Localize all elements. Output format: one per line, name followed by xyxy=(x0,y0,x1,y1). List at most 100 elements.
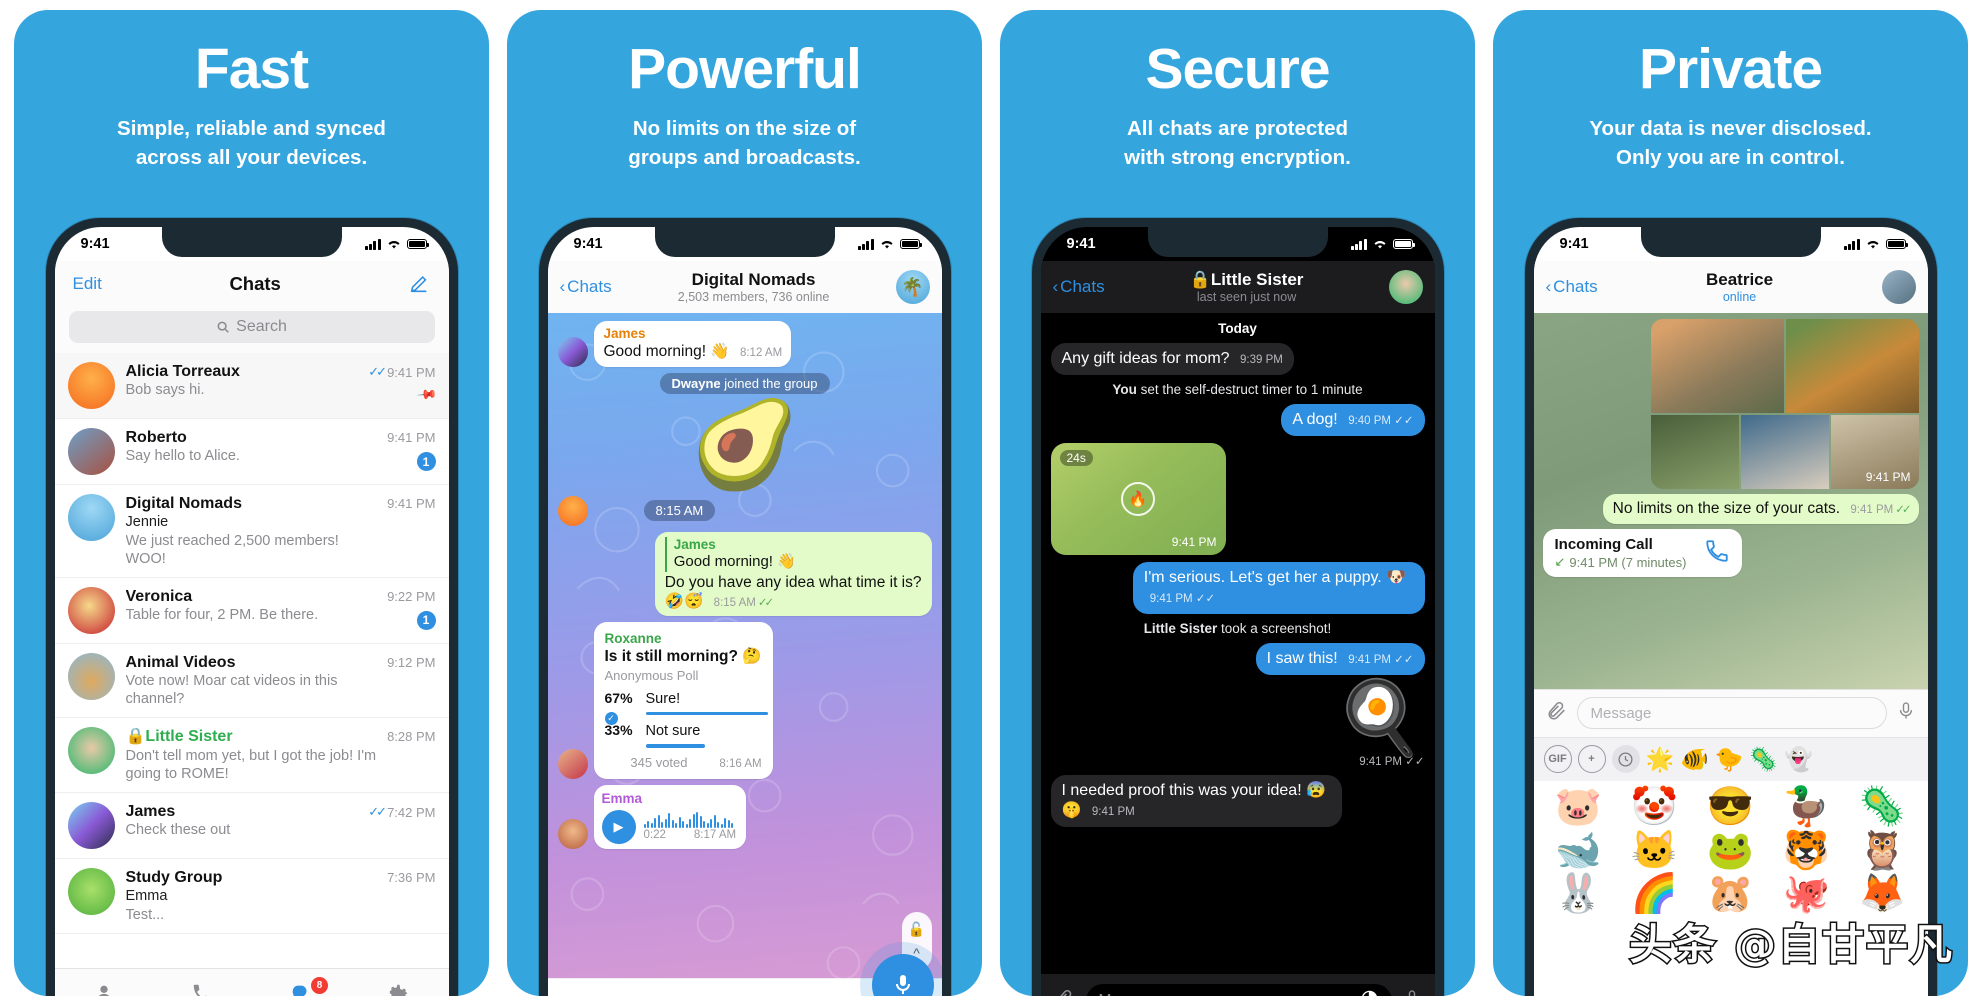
paperclip-icon[interactable] xyxy=(1054,988,1076,996)
kitten-photo[interactable] xyxy=(1650,415,1739,489)
table-row[interactable]: Study Group Emma Test... 7:36 PM xyxy=(54,859,449,934)
chat-navbar: ‹ Chats 🔒Little Sister last seen just no… xyxy=(1040,261,1435,313)
pin-icon: 📌 xyxy=(416,383,439,406)
list-item[interactable]: 🦠 xyxy=(1847,787,1919,828)
message-bubble[interactable]: Any gift ideas for mom? 9:39 PM xyxy=(1050,343,1294,375)
list-item[interactable]: 🤡 xyxy=(1619,787,1691,828)
message-bubble[interactable]: A dog! 9:40 PM ✓✓ xyxy=(1281,404,1425,436)
list-item[interactable]: 🐋 xyxy=(1543,831,1615,872)
chat-message: We just reached 2,500 members! WOO! xyxy=(125,532,339,567)
avatar xyxy=(67,727,115,775)
call-log-bubble[interactable]: Incoming Call ↙ 9:41 PM (7 minutes) xyxy=(1542,529,1743,577)
list-item[interactable]: 🐯 xyxy=(1771,831,1843,872)
list-item[interactable]: 🐷 xyxy=(1543,787,1615,828)
message-input-bar: Message xyxy=(1533,688,1928,737)
sticker-pack-tab[interactable]: 🐤 xyxy=(1715,747,1744,771)
list-item[interactable]: 🐱 xyxy=(1619,831,1691,872)
list-item[interactable]: 🦉 xyxy=(1847,831,1919,872)
sister-avatar[interactable] xyxy=(1388,270,1423,304)
voice-message-bubble[interactable]: Emma ▶ 0:22 8:17 AM xyxy=(593,784,747,849)
tab-calls[interactable]: Calls xyxy=(153,980,252,996)
table-row[interactable]: James Check these out ✓✓ 7:42 PM xyxy=(54,793,449,860)
gif-button[interactable]: GIF xyxy=(1543,745,1572,774)
table-row[interactable]: Alicia Torreaux Bob says hi. ✓✓ 9:41 PM … xyxy=(54,353,449,419)
table-row[interactable]: 🔒Little Sister Don't tell mom yet, but I… xyxy=(54,718,449,794)
chat-title: Beatrice xyxy=(1705,269,1774,289)
poll-bar: ✓ xyxy=(604,711,769,725)
paperclip-icon[interactable] xyxy=(1546,700,1568,727)
list-item[interactable]: 🦊 xyxy=(1847,875,1919,915)
microphone-icon[interactable] xyxy=(1896,701,1916,726)
clock-icon[interactable] xyxy=(1611,745,1640,774)
list-item[interactable]: 🐰 xyxy=(1543,875,1615,915)
message-bubble[interactable]: I'm serious. Let's get her a puppy. 🐶 9:… xyxy=(1132,562,1425,614)
poll-type: Anonymous Poll xyxy=(604,667,699,683)
lock-icon: 🔒 xyxy=(1189,269,1211,289)
table-row[interactable]: Digital Nomads Jennie We just reached 2,… xyxy=(54,485,449,578)
phone-screen-2: 9:41 ‹ Chats Digital Nomads 2,503 member… xyxy=(547,227,942,996)
phone-icon[interactable] xyxy=(1704,538,1730,569)
tiger-photo[interactable] xyxy=(1785,319,1919,413)
status-icons xyxy=(1843,238,1908,250)
compose-icon[interactable] xyxy=(408,273,430,295)
poll-card[interactable]: Roxanne Is it still morning? 🤔 Anonymous… xyxy=(593,622,773,779)
tab-chats[interactable]: 8 Chats xyxy=(252,976,351,996)
list-item[interactable]: 🦆 xyxy=(1771,787,1843,828)
photo-album[interactable]: 9:41 PM xyxy=(1650,319,1919,489)
screenshot-gallery: Fast Simple, reliable and synced across … xyxy=(0,0,1982,1006)
message-bubble[interactable]: I needed proof this was your idea! 😰🤫 9:… xyxy=(1050,775,1343,827)
list-item[interactable]: 🐹 xyxy=(1695,875,1767,915)
sticker[interactable]: 🍳 xyxy=(1335,682,1425,754)
list-item[interactable]: 😎 xyxy=(1695,787,1767,828)
sticker[interactable]: 🥑 xyxy=(691,402,798,488)
service-message: You set the self-destruct timer to 1 min… xyxy=(1112,382,1362,397)
message-input[interactable]: Message 1m xyxy=(1085,984,1392,996)
search-placeholder: Search xyxy=(236,318,287,335)
signal-icon xyxy=(364,238,381,250)
avatar xyxy=(67,494,115,541)
list-item[interactable]: 🐸 xyxy=(1695,831,1767,872)
voice-duration: 0:22 xyxy=(643,829,666,842)
signal-icon xyxy=(1843,238,1860,250)
message-bubble[interactable]: James Good morning! 👋 8:12 AM xyxy=(593,321,792,367)
table-row[interactable]: Veronica Table for four, 2 PM. Be there.… xyxy=(54,578,449,644)
sticker-pack-tab[interactable]: 👻 xyxy=(1784,747,1813,771)
add-sticker-button[interactable]: + xyxy=(1577,745,1606,774)
table-row[interactable]: Roberto Say hello to Alice. 9:41 PM 1 xyxy=(54,419,449,485)
message-bubble[interactable]: James Good morning! 👋 Do you have any id… xyxy=(654,531,932,617)
palm-avatar[interactable]: 🌴 xyxy=(895,270,930,304)
cat-photo[interactable] xyxy=(1650,319,1784,413)
kitten-grass-photo[interactable] xyxy=(1740,415,1829,489)
message-bubble[interactable]: No limits on the size of your cats. 9:41… xyxy=(1602,494,1919,524)
poll-option[interactable]: 67% Sure! ✓ xyxy=(604,690,769,725)
chat-body[interactable]: 9:41 PM No limits on the size of your ca… xyxy=(1533,313,1928,689)
poll-option[interactable]: 33% Not sure xyxy=(605,722,762,748)
table-row[interactable]: Animal Videos Vote now! Moar cat videos … xyxy=(54,644,449,719)
search-icon xyxy=(217,321,229,333)
self-destruct-photo[interactable]: 24s 🔥 9:41 PM xyxy=(1050,443,1226,555)
sticker-pack-tab[interactable]: 🦠 xyxy=(1749,747,1778,771)
play-icon[interactable]: ▶ xyxy=(601,810,636,844)
message-row: James Good morning! 👋 8:12 AM xyxy=(557,321,932,367)
back-button[interactable]: ‹ Chats xyxy=(1546,277,1598,297)
search-input[interactable]: Search xyxy=(68,311,435,343)
microphone-icon[interactable] xyxy=(1402,989,1422,996)
list-item[interactable]: 🌈 xyxy=(1619,875,1691,915)
sticker-pack-tab[interactable]: 🌟 xyxy=(1646,747,1675,771)
list-item[interactable]: 🐙 xyxy=(1771,875,1843,915)
back-button[interactable]: ‹ Chats xyxy=(1053,277,1105,297)
beatrice-avatar[interactable] xyxy=(1881,270,1916,304)
chat-body[interactable]: Today Any gift ideas for mom? 9:39 PM Yo… xyxy=(1040,313,1435,974)
message-input[interactable]: Message xyxy=(1576,697,1887,730)
sticker-pack-tab[interactable]: 🐠 xyxy=(1680,747,1709,771)
back-button[interactable]: ‹ Chats xyxy=(560,277,612,297)
edit-button[interactable]: Edit xyxy=(73,274,102,294)
message-bubble[interactable]: I saw this! 9:41 PM ✓✓ xyxy=(1255,643,1425,675)
tab-contacts[interactable]: Contacts xyxy=(55,980,154,996)
chat-subtitle: 2,503 members, 736 online xyxy=(677,290,830,305)
tab-settings[interactable]: Settings xyxy=(350,980,449,996)
self-destruct-timer-icon[interactable] xyxy=(1360,989,1379,996)
chevron-left-icon: ‹ xyxy=(1545,277,1552,296)
chat-body[interactable]: James Good morning! 👋 8:12 AM Dwayne joi… xyxy=(547,313,942,978)
chat-list[interactable]: Alicia Torreaux Bob says hi. ✓✓ 9:41 PM … xyxy=(54,353,449,968)
